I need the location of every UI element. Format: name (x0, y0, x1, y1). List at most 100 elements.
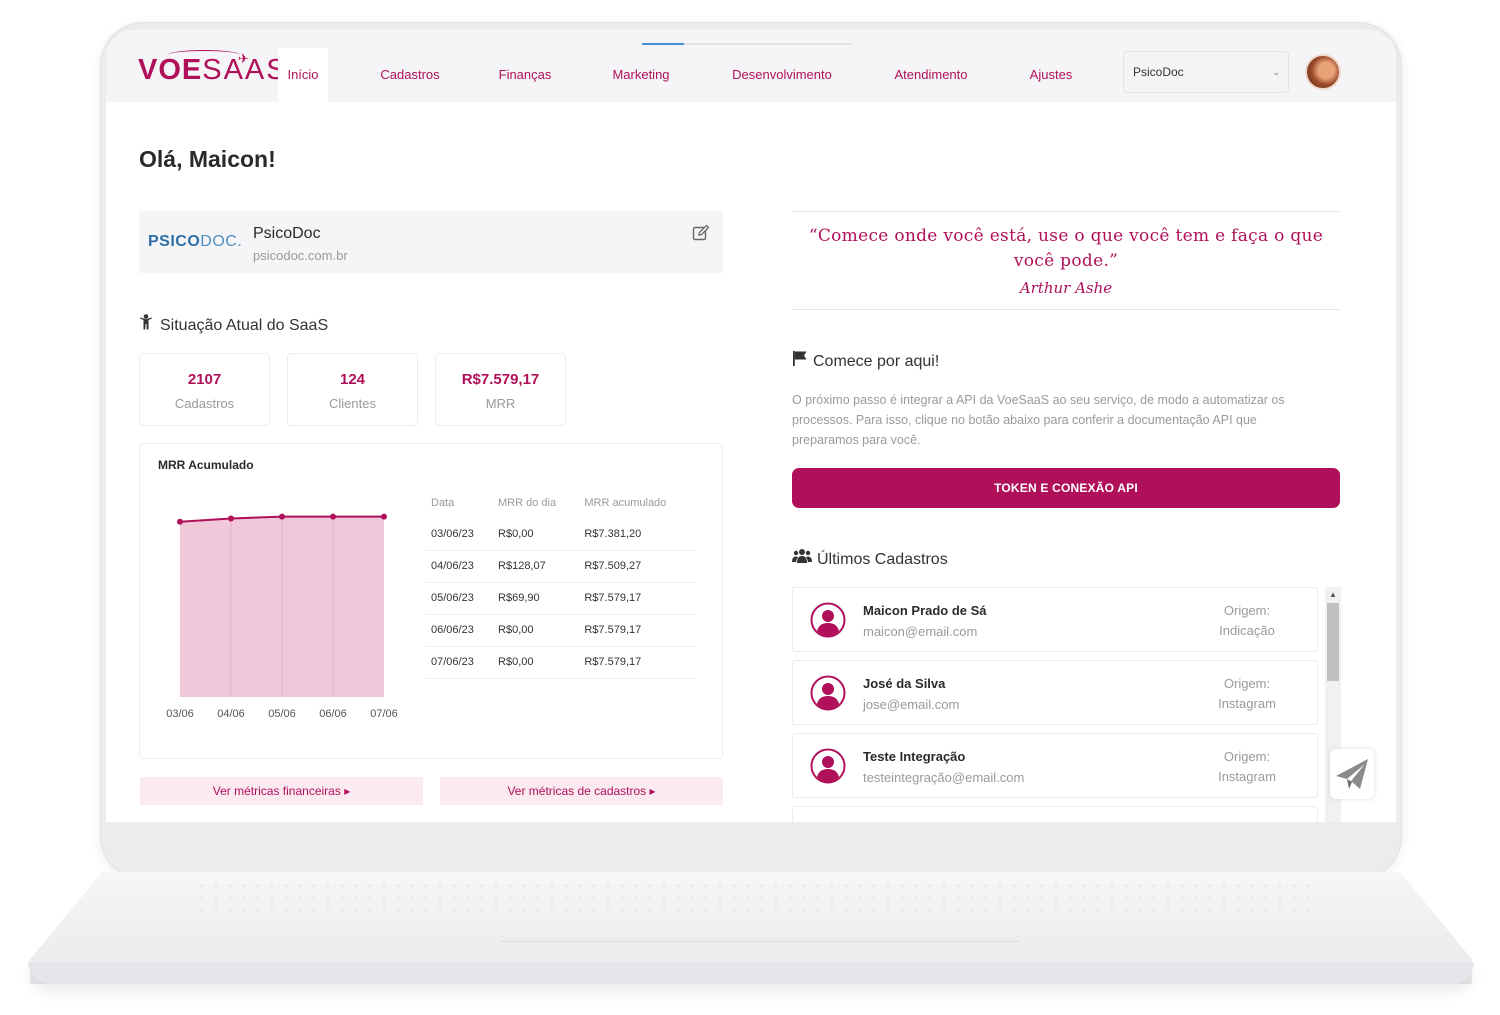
users-icon (792, 548, 814, 569)
stat-value: R$7.579,17 (461, 371, 540, 388)
nav-desenvolvimento[interactable]: Desenvolvimento (718, 48, 846, 102)
table-cell: R$0,00 (493, 614, 580, 647)
page-load-progress-fill (642, 43, 684, 45)
table-cell: 04/06/23 (426, 550, 494, 583)
chart-point[interactable] (381, 513, 387, 520)
table-cell: R$7.579,17 (579, 614, 696, 647)
user-origin-value: Instagram (1218, 769, 1276, 784)
table-row: 07/06/23 R$0,00 R$7.579,17 (426, 646, 696, 679)
nav-cadastros[interactable]: Cadastros (364, 48, 456, 102)
token-api-button[interactable]: TOKEN E CONEXÃO API (792, 468, 1340, 508)
user-circle-icon (810, 748, 846, 784)
top-navbar: ✈ VOESAAS Início Cadastros Finanças Mark… (106, 30, 1396, 102)
user-origin-label: Origem: (1223, 749, 1271, 764)
scrollbar-thumb[interactable] (1327, 603, 1339, 681)
mrr-area-chart: 03/06 04/06 05/06 06/06 07/06 (166, 513, 398, 720)
person-icon (139, 314, 157, 335)
registration-metrics-button[interactable]: Ver métricas de cadastros ▸ (440, 777, 723, 805)
table-cell: R$0,00 (493, 518, 580, 551)
table-cell: 05/06/23 (426, 582, 494, 615)
chart-x-tick-label: 04/06 (217, 708, 245, 720)
page-title: Olá, Maicon! (139, 146, 276, 172)
stat-value: 124 (339, 371, 366, 388)
send-message-button[interactable] (1330, 749, 1374, 799)
recent-section-label: Últimos Cadastros (817, 551, 948, 568)
user-email: maicon@email.com (863, 624, 978, 639)
quote-box: “Comece onde você está, use o que você t… (792, 211, 1340, 310)
list-item[interactable]: Maicon Prado de Sá maicon@email.com Orig… (792, 587, 1318, 652)
start-section-label: Comece por aqui! (813, 353, 940, 370)
chart-point[interactable] (330, 513, 336, 520)
company-url: psicodoc.com.br (253, 248, 348, 263)
stat-value: 2107 (187, 371, 222, 388)
financial-metrics-button[interactable]: Ver métricas financeiras ▸ (140, 777, 423, 805)
table-header-cell: MRR acumulado (584, 497, 667, 509)
paper-plane-icon (1336, 759, 1368, 789)
chart-point[interactable] (228, 515, 234, 522)
laptop-trackpad (500, 918, 1020, 942)
status-section-label: Situação Atual do SaaS (160, 317, 329, 334)
table-row: 05/06/23 R$69,90 R$7.579,17 (426, 582, 696, 615)
start-section-title: Comece por aqui! (792, 350, 939, 371)
app-screen: ✈ VOESAAS Início Cadastros Finanças Mark… (106, 30, 1396, 822)
voesaas-logo[interactable]: ✈ VOESAAS (138, 50, 286, 94)
user-origin-label: Origem: (1223, 603, 1271, 618)
chart-point[interactable] (279, 513, 285, 520)
table-header-cell: Data (431, 497, 455, 509)
mrr-table: Data MRR do dia MRR acumulado 03/06/23 R… (426, 490, 696, 679)
financial-metrics-label: Ver métricas financeiras (212, 784, 341, 798)
logo-swoosh (168, 50, 240, 60)
table-cell: R$7.579,17 (579, 646, 696, 679)
mrr-table-header: Data MRR do dia MRR acumulado (426, 490, 696, 518)
user-email: testeintegração@email.com (863, 770, 1025, 785)
nav-financas[interactable]: Finanças (481, 48, 569, 102)
table-cell: R$7.509,27 (579, 550, 696, 583)
table-cell: R$128,07 (493, 550, 580, 583)
quote-text: “Comece onde você está, use o que você t… (808, 226, 1324, 271)
user-circle-icon (810, 602, 846, 638)
user-name: Maicon Prado de Sá (863, 603, 987, 618)
stat-card-cadastros: 2107 Cadastros (139, 353, 270, 426)
stat-label: Cadastros (174, 396, 235, 411)
company-card: PSICODOC. PsicoDoc psicodoc.com.br (139, 211, 723, 273)
list-item[interactable]: Teste Integração testeintegração@email.c… (792, 733, 1318, 798)
user-email: jose@email.com (863, 697, 960, 712)
list-item[interactable]: José da Silva jose@email.com Origem: Ins… (792, 660, 1318, 725)
user-origin-value: Instagram (1218, 696, 1276, 711)
chart-x-tick-label: 03/06 (166, 708, 194, 720)
chart-x-tick-label: 07/06 (370, 708, 398, 720)
caret-right-icon: ▸ (649, 784, 656, 798)
table-cell: R$69,90 (493, 582, 580, 615)
edit-icon[interactable] (692, 224, 710, 242)
user-origin: Origem: Instagram (1197, 674, 1297, 714)
table-cell: 07/06/23 (426, 646, 494, 679)
company-name: PsicoDoc (253, 225, 321, 242)
table-row: 06/06/23 R$0,00 R$7.579,17 (426, 614, 696, 647)
list-item[interactable] (792, 806, 1318, 822)
mrr-card: MRR Acumulado 03/06 04/06 05/06 06/06 07/06 … (139, 443, 723, 759)
chart-point[interactable] (177, 518, 183, 525)
user-origin-value: Indicação (1219, 623, 1275, 638)
nav-marketing[interactable]: Marketing (596, 48, 686, 102)
table-row: 04/06/23 R$128,07 R$7.509,27 (426, 550, 696, 583)
company-select-value: PsicoDoc (1133, 65, 1184, 79)
stat-label: Clientes (329, 396, 376, 411)
company-logo-light: DOC. (200, 233, 243, 250)
airplane-icon: ✈ (238, 51, 249, 66)
nav-ajustes[interactable]: Ajustes (1016, 48, 1086, 102)
table-cell: R$7.579,17 (579, 582, 696, 615)
stat-label: MRR (485, 396, 516, 411)
stat-card-clientes: 124 Clientes (287, 353, 418, 426)
mrr-card-title: MRR Acumulado (158, 458, 254, 472)
nav-atendimento[interactable]: Atendimento (879, 48, 983, 102)
integration-intro-text: O próximo passo é integrar a API da VoeS… (792, 393, 1285, 447)
recent-section-title: Últimos Cadastros (792, 548, 948, 569)
stat-card-mrr: R$7.579,17 MRR (435, 353, 566, 426)
user-origin: Origem: Indicação (1197, 601, 1297, 641)
user-avatar[interactable] (1305, 54, 1341, 90)
scroll-up-arrow-icon[interactable]: ▲ (1325, 587, 1341, 603)
company-select[interactable]: PsicoDoc ⌄ (1123, 51, 1289, 93)
status-section-title: Situação Atual do SaaS (139, 314, 328, 335)
recent-users-list[interactable]: Maicon Prado de Sá maicon@email.com Orig… (792, 587, 1318, 822)
nav-inicio[interactable]: Início (278, 48, 328, 102)
